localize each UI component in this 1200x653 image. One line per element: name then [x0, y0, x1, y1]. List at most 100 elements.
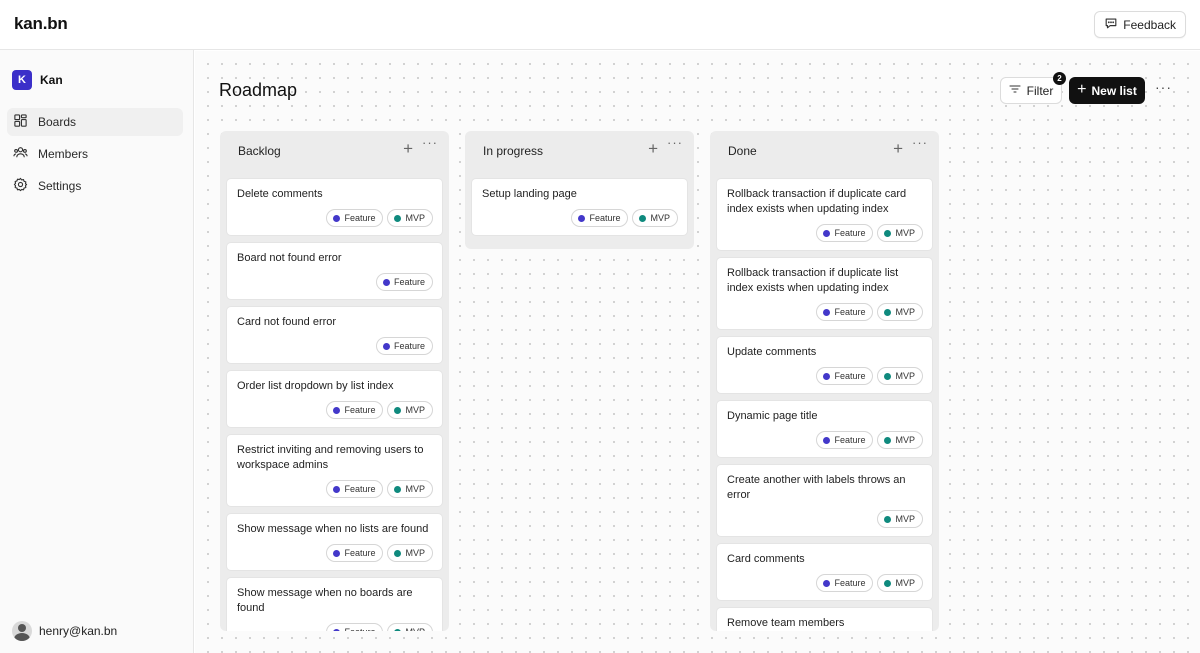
- card-labels: Feature MVP: [727, 431, 923, 449]
- card-labels: Feature MVP: [237, 480, 433, 498]
- filter-count-badge: 2: [1053, 72, 1066, 85]
- label-badge: MVP: [877, 224, 923, 242]
- label-text: MVP: [650, 213, 670, 223]
- card-labels: Feature: [237, 337, 433, 355]
- card-labels: Feature MVP: [237, 544, 433, 562]
- list-header: Done + ···: [710, 131, 939, 171]
- card[interactable]: Card comments Feature MVP: [717, 544, 932, 600]
- card[interactable]: Update comments Feature MVP: [717, 337, 932, 393]
- card-title: Board not found error: [237, 252, 342, 264]
- card-labels: Feature MVP: [727, 367, 923, 385]
- label-badge: Feature: [326, 401, 384, 419]
- label-color-dot: [394, 214, 402, 222]
- card-title: Rollback transaction if duplicate list i…: [727, 267, 899, 294]
- card-labels: Feature: [237, 273, 433, 291]
- list-title[interactable]: In progress: [483, 144, 543, 158]
- card[interactable]: Card not found error Feature: [227, 307, 442, 363]
- sidebar-item-boards[interactable]: Boards: [7, 108, 183, 136]
- label-color-dot: [884, 515, 892, 523]
- sidebar-item-settings[interactable]: Settings: [7, 172, 183, 200]
- sidebar-item-label: Settings: [38, 179, 82, 193]
- card[interactable]: Setup landing page Feature MVP: [472, 179, 687, 235]
- sidebar-item-members[interactable]: Members: [7, 140, 183, 168]
- new-list-button[interactable]: + New list: [1069, 77, 1145, 104]
- feedback-label: Feedback: [1123, 17, 1176, 32]
- card[interactable]: Rollback transaction if duplicate card i…: [717, 179, 932, 250]
- card-list: Delete comments Feature MVP Board not found…: [220, 171, 449, 631]
- card-list: Setup landing page Feature MVP: [465, 171, 694, 235]
- card[interactable]: Delete comments Feature MVP: [227, 179, 442, 235]
- label-color-dot: [823, 229, 831, 237]
- label-color-dot: [823, 579, 831, 587]
- filter-icon: [1009, 83, 1021, 98]
- feedback-button[interactable]: Feedback: [1094, 11, 1186, 38]
- card[interactable]: Dynamic page title Feature MVP: [717, 401, 932, 457]
- label-text: MVP: [405, 627, 425, 631]
- label-badge: MVP: [877, 431, 923, 449]
- card-labels: Feature MVP: [727, 574, 923, 592]
- card-title: Create another with labels throws an err…: [727, 474, 906, 501]
- add-card-icon[interactable]: +: [403, 140, 413, 157]
- card-labels: Feature MVP: [237, 623, 433, 631]
- card-title: Update comments: [727, 346, 817, 358]
- label-text: Feature: [344, 405, 376, 415]
- card-title: Delete comments: [237, 188, 323, 200]
- list-header: In progress + ···: [465, 131, 694, 171]
- card[interactable]: Rollback transaction if duplicate list i…: [717, 258, 932, 329]
- card-labels: Feature MVP: [727, 224, 923, 242]
- list-title[interactable]: Backlog: [238, 144, 281, 158]
- label-badge: MVP: [877, 303, 923, 321]
- list-more-icon[interactable]: ···: [912, 136, 928, 149]
- card[interactable]: Create another with labels throws an err…: [717, 465, 932, 536]
- label-badge: MVP: [387, 480, 433, 498]
- label-color-dot: [382, 342, 390, 350]
- list-header: Backlog + ···: [220, 131, 449, 171]
- label-color-dot: [333, 549, 341, 557]
- card-title: Remove team members: [727, 617, 845, 629]
- label-badge: Feature: [326, 544, 384, 562]
- label-badge: MVP: [877, 367, 923, 385]
- card[interactable]: Show message when no boards are found Fea…: [227, 578, 442, 631]
- label-badge: Feature: [816, 303, 874, 321]
- list-more-icon[interactable]: ···: [667, 136, 683, 149]
- label-badge: MVP: [877, 510, 923, 528]
- label-text: Feature: [393, 277, 425, 287]
- list-more-icon[interactable]: ···: [422, 136, 438, 149]
- label-color-dot: [884, 229, 892, 237]
- card[interactable]: Show message when no lists are found Feat…: [227, 514, 442, 570]
- label-badge: Feature: [326, 480, 384, 498]
- sidebar-item-label: Members: [38, 147, 89, 161]
- label-text: Feature: [834, 228, 866, 238]
- label-color-dot: [394, 485, 402, 493]
- card-labels: Feature MVP: [237, 209, 433, 227]
- card-title: Show message when no boards are found: [237, 587, 413, 614]
- card[interactable]: Board not found error Feature: [227, 243, 442, 299]
- label-text: Feature: [393, 341, 425, 351]
- label-badge: Feature: [326, 209, 384, 227]
- label-color-dot: [639, 214, 647, 222]
- card[interactable]: Remove team membersFeatureMVP: [717, 608, 932, 631]
- label-badge: Feature: [816, 367, 874, 385]
- card[interactable]: Order list dropdown by list index Feature…: [227, 371, 442, 427]
- label-badge: Feature: [816, 574, 874, 592]
- workspace-switcher[interactable]: K Kan: [12, 70, 63, 90]
- card-title: Setup landing page: [482, 188, 577, 200]
- page-title: Roadmap: [219, 80, 298, 100]
- filter-button[interactable]: Filter 2: [1000, 72, 1066, 104]
- board-more-icon[interactable]: ···: [1155, 80, 1173, 97]
- card[interactable]: Restrict inviting and removing users to …: [227, 435, 442, 506]
- label-color-dot: [578, 214, 586, 222]
- add-card-icon[interactable]: +: [893, 140, 903, 157]
- label-color-dot: [884, 436, 892, 444]
- label-text: MVP: [895, 307, 915, 317]
- add-card-icon[interactable]: +: [648, 140, 658, 157]
- user-menu[interactable]: henry@kan.bn: [12, 621, 117, 641]
- list-title[interactable]: Done: [728, 144, 757, 158]
- sidebar: K Kan Boards Members Settings henry@kan.…: [0, 50, 194, 653]
- label-badge: MVP: [387, 209, 433, 227]
- members-icon: [13, 145, 28, 163]
- workspace-badge: K: [12, 70, 32, 90]
- label-color-dot: [382, 278, 390, 286]
- app-logo[interactable]: kan.bn: [14, 14, 68, 34]
- card-title: Order list dropdown by list index: [237, 380, 394, 392]
